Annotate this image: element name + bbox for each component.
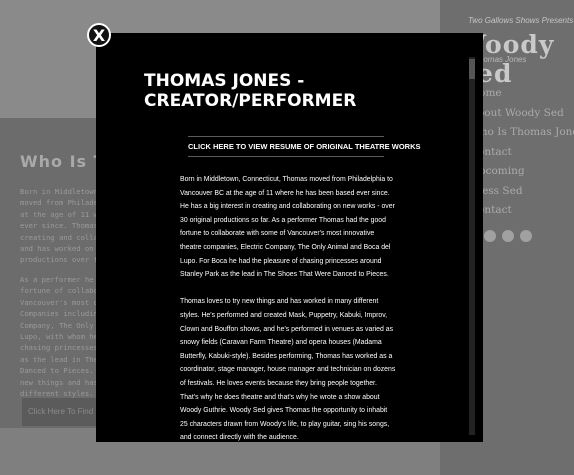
nav-item: Press Sed [470, 184, 523, 197]
nav-item: Home [470, 87, 502, 99]
nav-item: Contact [470, 145, 512, 158]
modal-body: Born in Middletown, Connecticut, Thomas … [180, 173, 396, 442]
resume-link[interactable]: CLICK HERE TO VIEW RESUME OF ORIGINAL TH… [188, 136, 421, 157]
bio-modal: THOMAS JONES - CREATOR/PERFORMER CLICK H… [96, 33, 483, 442]
close-button[interactable]: X [87, 23, 111, 47]
scrollbar-thumb[interactable] [469, 59, 475, 79]
nav-item: Contact [470, 204, 512, 216]
social-icon [520, 230, 532, 242]
nav-item: Who Is Thomas Jones [470, 126, 574, 138]
social-icon [502, 230, 514, 242]
bio-paragraph: Born in Middletown, Connecticut, Thomas … [180, 176, 395, 279]
brand-subtitle: Two Gallows Shows Presents [468, 16, 574, 25]
nav-item: About Woody Sed [470, 106, 564, 119]
modal-title: THOMAS JONES - CREATOR/PERFORMER [144, 71, 357, 111]
social-icon [484, 230, 496, 242]
background-nav: Home About Woody Sed Who Is Thomas Jones… [470, 84, 574, 221]
nav-item: Upcoming [470, 165, 525, 177]
modal-scrollbar[interactable] [469, 57, 475, 435]
bio-paragraph: Thomas loves to try new things and has w… [180, 298, 396, 442]
social-links [484, 230, 532, 242]
